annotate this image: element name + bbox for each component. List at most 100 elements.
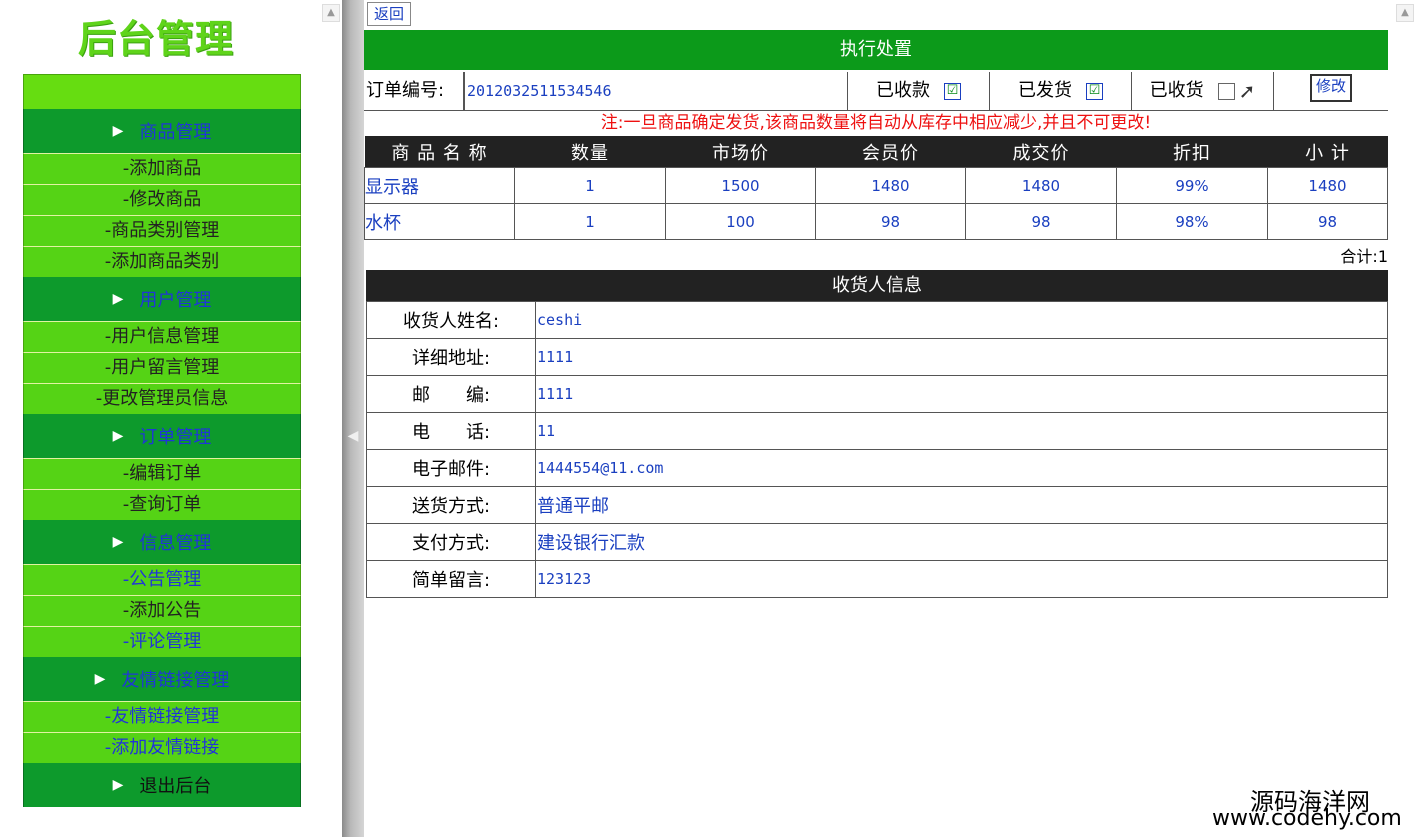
menu-item-user-info[interactable]: -用户信息管理 [23,321,301,352]
menu-item-category-manage[interactable]: -商品类别管理 [23,215,301,246]
menu-item-link-manage[interactable]: -友情链接管理 [23,701,301,732]
menu-item-add-category[interactable]: -添加商品类别 [23,246,301,277]
menu-group-info[interactable]: ▶ 信息管理 [23,520,301,564]
receiver-name-label: 收货人姓名: [366,301,536,339]
product-name: 显示器 [364,167,515,204]
table-row: 详细地址: 1111 [366,338,1388,376]
deal-price: 1480 [965,167,1117,204]
table-row: 简单留言: 123123 [366,560,1388,598]
menu-item-admin-info[interactable]: -更改管理员信息 [23,383,301,414]
subtotal: 98 [1267,203,1388,240]
menu-item-notice-manage[interactable]: -公告管理 [23,564,301,595]
menu-top-bar [23,74,301,109]
triangle-right-icon: ▶ [112,291,124,307]
quantity: 1 [514,167,666,204]
watermark-url: www.codehy.com [1212,806,1402,831]
menu-group-title: 友情链接管理 [121,670,230,691]
menu-item-edit-order[interactable]: -编辑订单 [23,458,301,489]
table-row: 电子邮件: 1444554@11.com [366,449,1388,487]
back-button[interactable]: 返回 [367,2,412,26]
member-price: 1480 [815,167,966,204]
receiver-title-bar: 收货人信息 [366,270,1388,301]
market-price: 1500 [665,167,816,204]
menu-item-edit-product[interactable]: -修改商品 [23,184,301,215]
menu-group-links[interactable]: ▶ 友情链接管理 [23,657,301,701]
col-header: 数量 [514,136,666,168]
menu-item-query-order[interactable]: -查询订单 [23,489,301,520]
table-row: 邮 编: 1111 [366,375,1388,413]
mouse-cursor-icon: ➚ [1238,79,1256,103]
col-header: 小 计 [1267,136,1388,168]
paid-label: 已收款 [876,80,930,101]
triangle-right-icon: ▶ [94,671,106,687]
payment-value: 建设银行汇款 [535,523,1388,561]
scroll-up-icon[interactable]: ▲ [322,4,340,22]
table-row: 水杯 1 100 98 98 98% 98 [364,203,1388,240]
goods-table: 商 品 名 称 数量 市场价 会员价 成交价 折扣 小 计 显示器 1 1500… [364,136,1388,240]
order-number-label: 订单编号: [364,72,464,110]
menu-group-title: 商品管理 [139,122,212,143]
frame-divider[interactable] [342,0,364,837]
product-name: 水杯 [364,203,515,240]
delivery-label: 送货方式: [366,486,536,524]
triangle-right-icon: ▶ [112,777,124,793]
member-price: 98 [815,203,966,240]
col-header: 成交价 [965,136,1117,168]
sidebar-menu: ▶ 商品管理 -添加商品 -修改商品 -商品类别管理 -添加商品类别 ▶ 用户管… [23,74,301,807]
menu-group-users[interactable]: ▶ 用户管理 [23,277,301,321]
modify-cell: 修改 [1274,72,1388,110]
phone-label: 电 话: [366,412,536,450]
triangle-right-icon: ▶ [112,428,124,444]
market-price: 100 [665,203,816,240]
exec-title-bar: 执行处置 [364,30,1388,70]
discount: 99% [1116,167,1268,204]
payment-label: 支付方式: [366,523,536,561]
table-row: 支付方式: 建设银行汇款 [366,523,1388,561]
address-label: 详细地址: [366,338,536,376]
order-number-value: 2012032511534546 [464,72,848,110]
deal-price: 98 [965,203,1117,240]
email-label: 电子邮件: [366,449,536,487]
logout-label: 退出后台 [139,776,212,797]
table-header-row: 商 品 名 称 数量 市场价 会员价 成交价 折扣 小 计 [364,136,1388,168]
triangle-right-icon: ▶ [112,534,124,550]
receiver-table: 收货人姓名: ceshi 详细地址: 1111 邮 编: 1111 电 话: 1… [366,301,1388,598]
menu-group-orders[interactable]: ▶ 订单管理 [23,414,301,458]
col-header: 商 品 名 称 [364,136,515,168]
order-status-row: 订单编号: 2012032511534546 已收款 ☑ 已发货 ☑ 已收货 ➚… [364,72,1388,111]
triangle-right-icon: ▶ [112,123,124,139]
shipped-cell: 已发货 ☑ [990,72,1132,110]
total-text: 合计:1 [1340,247,1388,266]
quantity: 1 [514,203,666,240]
collapse-arrow-icon[interactable]: ◀ [344,426,362,446]
table-row: 收货人姓名: ceshi [366,301,1388,339]
address-value: 1111 [535,338,1388,376]
menu-group-title: 信息管理 [139,533,212,554]
received-checkbox[interactable] [1217,82,1235,100]
scroll-up-icon[interactable]: ▲ [1396,4,1414,22]
logout-button[interactable]: ▶ 退出后台 [23,763,301,807]
menu-item-add-product[interactable]: -添加商品 [23,153,301,184]
sidebar-frame: 后台管理 ▲ ▶ 商品管理 -添加商品 -修改商品 -商品类别管理 -添加商品类… [0,0,342,837]
menu-item-add-link[interactable]: -添加友情链接 [23,732,301,763]
receiver-name-value: ceshi [535,301,1388,339]
menu-item-user-messages[interactable]: -用户留言管理 [23,352,301,383]
modify-button[interactable]: 修改 [1309,74,1352,102]
shipped-label: 已发货 [1018,80,1072,101]
postcode-label: 邮 编: [366,375,536,413]
menu-item-comment-manage[interactable]: -评论管理 [23,626,301,657]
menu-group-products[interactable]: ▶ 商品管理 [23,109,301,153]
main-frame: 返回 ▲ 执行处置 订单编号: 2012032511534546 已收款 ☑ 已… [364,0,1418,837]
message-label: 简单留言: [366,560,536,598]
received-cell: 已收货 ➚ [1132,72,1274,110]
message-value: 123123 [535,560,1388,598]
paid-checkbox[interactable]: ☑ [944,82,961,100]
shipped-checkbox[interactable]: ☑ [1086,82,1103,100]
delivery-value: 普通平邮 [535,486,1388,524]
col-header: 折扣 [1116,136,1268,168]
menu-item-add-notice[interactable]: -添加公告 [23,595,301,626]
col-header: 会员价 [815,136,966,168]
notice-text: 注:一旦商品确定发货,该商品数量将自动从库存中相应减少,并且不可更改! [600,113,1152,133]
discount: 98% [1116,203,1268,240]
subtotal: 1480 [1267,167,1388,204]
